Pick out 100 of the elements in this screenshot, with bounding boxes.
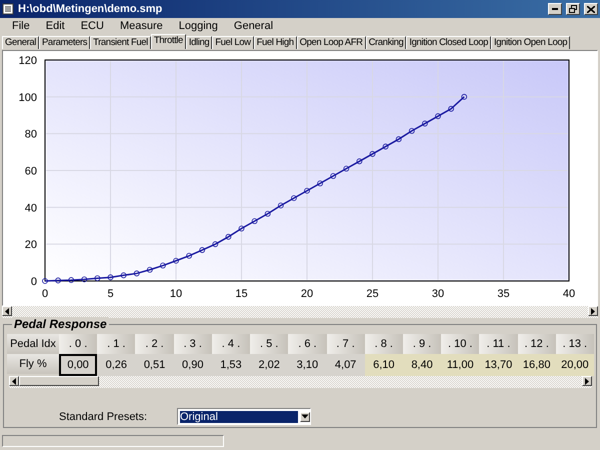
tab[interactable]: Cranking — [366, 36, 406, 49]
x-tick-label: 30 — [432, 288, 444, 300]
data-point — [55, 278, 61, 284]
data-point — [304, 188, 310, 194]
y-tick-label: 80 — [24, 128, 37, 141]
tab[interactable]: General — [2, 36, 39, 49]
close-icon — [587, 6, 595, 12]
x-tick-label: 0 — [42, 288, 48, 300]
x-tick-label: 15 — [235, 288, 248, 300]
data-point — [252, 218, 258, 224]
data-point — [435, 113, 441, 120]
y-tick-label: 100 — [18, 92, 37, 104]
column-header[interactable]: . 4 . — [212, 334, 250, 354]
data-point — [212, 241, 218, 248]
table-cell[interactable]: 11,00 — [441, 354, 480, 376]
column-header[interactable]: . 11 . — [479, 334, 518, 354]
table-cell[interactable]: 0,00 — [59, 354, 98, 376]
tab[interactable]: Fuel Low — [212, 36, 254, 49]
restore-button[interactable] — [566, 3, 580, 15]
table-cell[interactable]: 1,53 — [212, 354, 250, 376]
group-title: Pedal Response — [12, 317, 109, 331]
data-point — [317, 180, 323, 186]
column-header[interactable]: . 12 . — [518, 334, 556, 354]
tab[interactable]: Ignition Open Loop — [491, 36, 570, 49]
column-header[interactable]: . 6 . — [288, 334, 326, 354]
data-point — [382, 144, 388, 150]
menu-item[interactable]: General — [226, 20, 282, 32]
data-point — [356, 158, 362, 164]
table-cell[interactable]: 0,51 — [135, 354, 174, 376]
column-header[interactable]: . 7 . — [326, 334, 365, 354]
right-arrow-icon — [591, 308, 595, 314]
table-cell[interactable]: 2,02 — [250, 354, 288, 376]
right-arrow-icon — [585, 378, 589, 384]
column-header[interactable]: . 8 . — [364, 334, 403, 354]
row-header: Pedal Idx — [7, 334, 59, 354]
data-point — [278, 202, 284, 208]
table-cell[interactable]: 3,10 — [288, 354, 326, 376]
x-tick-label: 25 — [366, 288, 379, 300]
column-header[interactable]: . 9 . — [402, 334, 442, 354]
left-arrow-icon — [5, 308, 9, 314]
close-button[interactable] — [584, 3, 598, 15]
tab[interactable]: Transient Fuel — [90, 36, 151, 49]
presets-dropdown[interactable]: Original — [177, 408, 311, 425]
data-point — [173, 258, 179, 264]
table-cell[interactable]: 0,90 — [174, 354, 212, 376]
data-point — [146, 266, 153, 273]
tab[interactable]: Idling — [186, 36, 212, 49]
y-tick-label: 40 — [24, 202, 37, 214]
column-header[interactable]: . 10 . — [441, 334, 480, 354]
data-point — [186, 252, 192, 259]
menu-item[interactable]: File — [4, 20, 38, 32]
table-cell[interactable]: 0,26 — [97, 354, 136, 376]
x-tick-label: 20 — [300, 288, 314, 300]
presets-label: Standard Presets: — [59, 410, 148, 422]
menu-item[interactable]: Edit — [38, 20, 73, 32]
y-tick-label: 120 — [18, 55, 37, 67]
data-point — [134, 270, 140, 276]
data-point — [42, 278, 48, 284]
data-point — [370, 151, 376, 157]
left-arrow-icon — [12, 378, 16, 384]
window-title: H:\obd\Metingen\demo.smp — [18, 3, 164, 15]
data-point — [238, 226, 244, 232]
menu-item[interactable]: Logging — [170, 20, 226, 32]
data-point — [448, 106, 454, 112]
table-cell[interactable]: 13,70 — [479, 354, 518, 376]
data-point — [81, 276, 88, 282]
data-point — [226, 234, 232, 240]
data-point — [461, 94, 468, 100]
y-tick-label: 20 — [24, 239, 37, 252]
tab[interactable]: Fuel High — [254, 36, 297, 49]
x-tick-label: 40 — [562, 288, 576, 300]
scroll-thumb[interactable] — [19, 376, 99, 386]
table-cell[interactable]: 4,07 — [326, 354, 365, 376]
tab[interactable]: Parameters — [39, 36, 90, 49]
row-header: Fly % — [7, 354, 59, 374]
x-tick-label: 10 — [170, 288, 182, 300]
table-cell[interactable]: 16,80 — [518, 354, 556, 376]
column-header[interactable]: . 3 . — [174, 334, 212, 354]
column-header[interactable]: . 0 . — [59, 334, 98, 354]
y-tick-label: 60 — [24, 166, 37, 178]
data-point — [291, 195, 297, 202]
column-header[interactable]: . 2 . — [135, 334, 174, 354]
table-cell[interactable]: 20,00 — [556, 354, 594, 376]
horizontal-scrollbar[interactable] — [2, 306, 598, 318]
horizontal-scrollbar[interactable] — [9, 376, 592, 388]
data-point — [408, 128, 415, 134]
menu-item[interactable]: ECU — [72, 20, 112, 32]
table-cell[interactable]: 8,40 — [402, 354, 442, 376]
tab[interactable]: Throttle — [150, 34, 186, 49]
minimize-button[interactable] — [548, 3, 562, 15]
restore-icon — [569, 5, 577, 13]
table-cell[interactable]: 6,10 — [364, 354, 403, 376]
data-point — [120, 272, 126, 278]
tab[interactable]: Open Loop AFR — [296, 36, 366, 49]
column-header[interactable]: . 1 . — [97, 334, 136, 354]
column-header[interactable]: . 5 . — [250, 334, 288, 354]
menu-item[interactable]: Measure — [112, 20, 171, 32]
column-header[interactable]: . 13 . — [556, 334, 594, 354]
data-point — [160, 262, 166, 268]
tab[interactable]: Ignition Closed Loop — [406, 36, 492, 49]
